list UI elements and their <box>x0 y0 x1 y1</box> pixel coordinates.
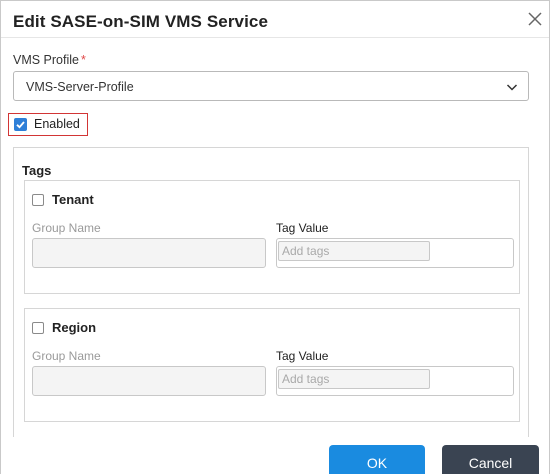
vms-profile-select[interactable]: VMS-Server-Profile <box>13 71 529 101</box>
chevron-down-icon <box>506 84 518 91</box>
region-tag-value-label: Tag Value <box>276 349 329 363</box>
tenant-title: Tenant <box>52 192 94 207</box>
enabled-checkbox[interactable] <box>14 118 27 131</box>
tags-title: Tags <box>22 163 52 178</box>
tenant-tag-value-label: Tag Value <box>276 221 329 235</box>
cancel-button[interactable]: Cancel <box>442 445 539 474</box>
region-tag-value-field[interactable]: Add tags <box>276 366 514 396</box>
tag-group-tenant: Tenant Group Name Tag Value Add tags <box>24 180 520 294</box>
header-divider <box>1 37 549 38</box>
checkmark-icon <box>16 121 25 129</box>
dialog-footer: OK Cancel <box>1 437 549 474</box>
tags-scroll-area[interactable]: Tags Tenant Group Name Tag Value Add tag… <box>1 141 549 437</box>
enabled-label: Enabled <box>34 117 80 131</box>
region-group-name-input[interactable] <box>32 366 266 396</box>
vms-profile-value: VMS-Server-Profile <box>26 80 134 94</box>
required-marker: * <box>81 53 86 67</box>
region-checkbox[interactable] <box>32 322 44 334</box>
vms-profile-label: VMS Profile * <box>13 53 86 67</box>
tag-group-region: Region Group Name Tag Value Add tags <box>24 308 520 422</box>
region-group-name-label: Group Name <box>32 349 101 363</box>
tenant-add-tags-input[interactable]: Add tags <box>278 241 430 261</box>
edit-service-dialog: Edit SASE-on-SIM VMS Service VMS Profile… <box>0 0 550 474</box>
enabled-highlight: Enabled <box>8 113 88 136</box>
tenant-group-name-input[interactable] <box>32 238 266 268</box>
ok-button[interactable]: OK <box>329 445 425 474</box>
tenant-group-name-label: Group Name <box>32 221 101 235</box>
tenant-tag-value-field[interactable]: Add tags <box>276 238 514 268</box>
tags-panel: Tags Tenant Group Name Tag Value Add tag… <box>13 147 529 437</box>
dialog-title: Edit SASE-on-SIM VMS Service <box>13 12 269 31</box>
region-title: Region <box>52 320 97 335</box>
region-add-tags-input[interactable]: Add tags <box>278 369 430 389</box>
tenant-checkbox[interactable] <box>32 194 44 206</box>
vms-profile-label-text: VMS Profile <box>13 53 79 67</box>
close-icon[interactable] <box>527 11 543 27</box>
